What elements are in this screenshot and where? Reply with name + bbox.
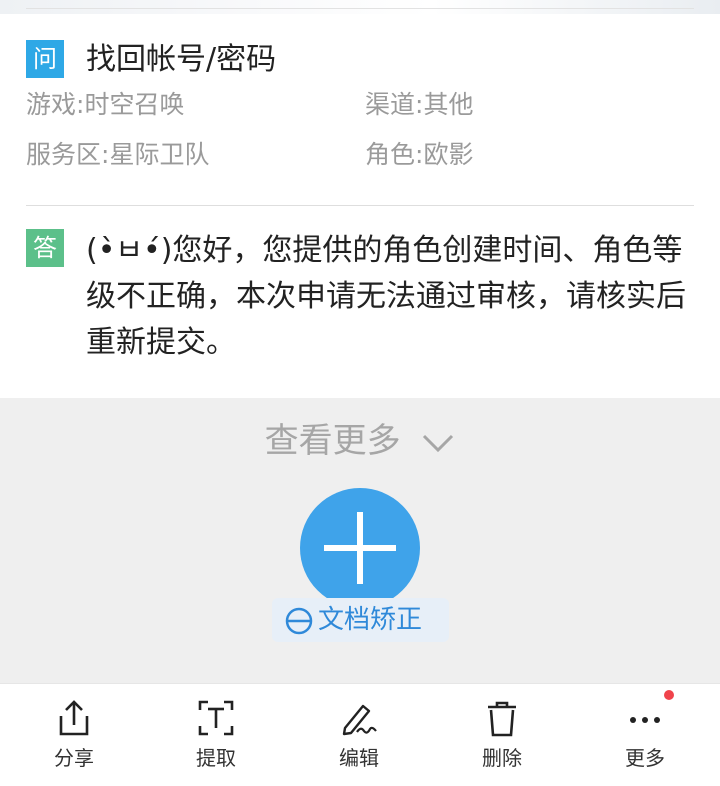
meta-channel: 渠道:其他 (365, 87, 473, 123)
share-label: 分享 (54, 746, 94, 770)
more-label: 更多 (625, 746, 665, 770)
extract-button[interactable]: 提取 (144, 684, 288, 786)
channel-label: 渠道: (365, 90, 424, 119)
share-button[interactable]: 分享 (2, 684, 146, 786)
more-dots-icon (630, 717, 660, 723)
add-button[interactable] (300, 488, 420, 608)
top-divider (26, 8, 694, 9)
server-label: 服务区: (26, 140, 110, 169)
signature-pen-icon (342, 704, 377, 736)
answer-text: (•̀ㅂ•́)您好，您提供的角色创建时间、角色等级不正确，本次申请无法通过审核，… (86, 233, 686, 360)
question-badge: 问 (26, 40, 64, 78)
more-button[interactable]: 更多 (573, 684, 717, 786)
qa-divider (26, 205, 694, 206)
doc-correct-button[interactable]: 文档矫正 (272, 598, 449, 642)
meta-server: 服务区:星际卫队 (26, 137, 209, 173)
delete-button[interactable]: 删除 (430, 684, 574, 786)
game-label: 游戏: (26, 90, 85, 119)
see-more-label: 查看更多 (264, 421, 401, 461)
bottom-toolbar: 分享 提取 编辑 删除 更多 (0, 683, 720, 786)
delete-label: 删除 (482, 746, 522, 770)
see-more-button[interactable]: 查看更多 (0, 418, 720, 466)
notification-dot (664, 690, 674, 700)
role-value: 欧影 (423, 140, 474, 169)
screen: 问 找回帐号/密码 游戏:时空召唤 渠道:其他 服务区:星际卫队 角色:欧影 答… (0, 0, 720, 786)
game-value: 时空召唤 (84, 90, 185, 119)
answer-badge: 答 (26, 229, 64, 267)
text-extract-icon (198, 700, 234, 736)
meta-game: 游戏:时空召唤 (26, 87, 184, 123)
doc-correct-label: 文档矫正 (318, 605, 423, 635)
server-value: 星际卫队 (109, 140, 210, 169)
plus-icon (324, 512, 396, 584)
top-edge (0, 0, 720, 14)
trash-icon (488, 701, 516, 737)
extract-label: 提取 (196, 746, 236, 770)
doc-correct-icon (284, 606, 314, 640)
role-label: 角色: (365, 140, 424, 169)
question-title: 找回帐号/密码 (86, 42, 277, 77)
share-icon (59, 700, 89, 736)
qa-card: 问 找回帐号/密码 游戏:时空召唤 渠道:其他 服务区:星际卫队 角色:欧影 答… (0, 0, 720, 398)
channel-value: 其他 (423, 90, 474, 119)
edit-label: 编辑 (339, 746, 379, 770)
edit-button[interactable]: 编辑 (287, 684, 431, 786)
chevron-down-icon (421, 420, 455, 466)
meta-role: 角色:欧影 (365, 137, 473, 173)
